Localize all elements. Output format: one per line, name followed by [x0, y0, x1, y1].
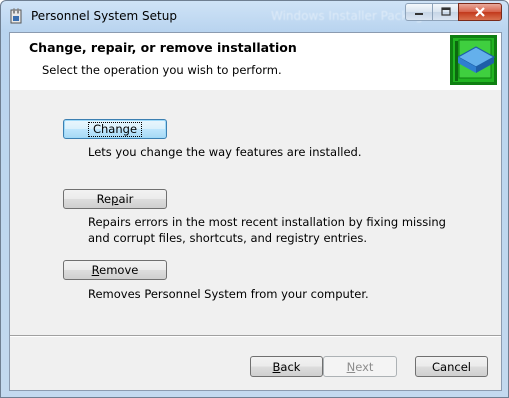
minimize-button[interactable]	[405, 3, 432, 21]
banner-subheading: Select the operation you wish to perform…	[42, 63, 282, 77]
remove-button-label: Remove	[91, 263, 139, 277]
close-button[interactable]	[458, 3, 502, 21]
cancel-button[interactable]: Cancel	[415, 356, 488, 377]
footer-separator-highlight	[10, 336, 501, 337]
installer-logo-icon	[450, 35, 497, 85]
remove-button[interactable]: Remove	[63, 260, 167, 280]
repair-button[interactable]: Repair	[63, 189, 167, 209]
repair-description: Repairs errors in the most recent instal…	[88, 215, 446, 245]
next-button-label: Next	[346, 359, 374, 374]
maximize-icon	[440, 7, 451, 16]
back-button-label: Back	[272, 359, 301, 374]
change-button-label: Change	[87, 121, 143, 137]
repair-button-label: Repair	[96, 192, 134, 206]
window-title: Personnel System Setup	[31, 9, 177, 23]
remove-description: Removes Personnel System from your compu…	[88, 287, 369, 301]
minimize-icon	[415, 13, 423, 15]
close-icon	[475, 7, 485, 17]
maximize-button[interactable]	[432, 3, 458, 21]
caption-buttons	[405, 3, 502, 22]
change-button[interactable]: Change	[63, 119, 167, 139]
header-banner: Change, repair, or remove installation S…	[10, 33, 501, 90]
dialog-client-area: Change, repair, or remove installation S…	[9, 32, 502, 391]
banner-separator	[10, 89, 501, 90]
back-button[interactable]: Back	[250, 356, 323, 377]
change-description: Lets you change the way features are ins…	[88, 145, 362, 159]
installer-app-icon[interactable]	[9, 8, 25, 24]
next-button[interactable]: Next	[323, 356, 397, 377]
title-bar[interactable]: Personnel System Setup Windows Installer…	[1, 1, 508, 33]
banner-heading: Change, repair, or remove installation	[29, 40, 297, 55]
setup-window: Personnel System Setup Windows Installer…	[0, 0, 509, 398]
